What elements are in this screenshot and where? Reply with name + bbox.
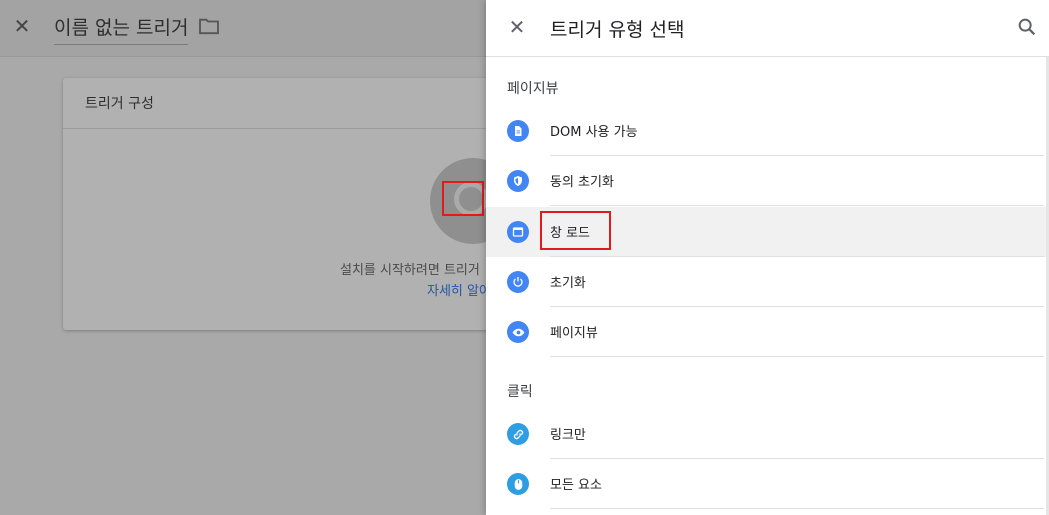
panel-header: ✕ 트리거 유형 선택 (486, 0, 1049, 57)
panel-title: 트리거 유형 선택 (550, 19, 685, 41)
trigger-item-label: 초기화 (550, 276, 586, 291)
eye-icon (507, 321, 529, 343)
mouse-icon (507, 473, 529, 495)
trigger-item-label: 동의 초기화 (550, 175, 614, 190)
divider (550, 508, 1044, 509)
document-icon (507, 120, 529, 142)
trigger-item-label: 페이지뷰 (550, 326, 598, 341)
trigger-item-just-links[interactable]: 링크만 (486, 409, 1046, 459)
section-label-click: 클릭 (507, 384, 533, 400)
divider (550, 205, 1044, 206)
trigger-item-label: 링크만 (550, 428, 586, 443)
trigger-type-panel: ✕ 트리거 유형 선택 페이지뷰 DOM 사용 가능 동의 초기화 창 로드 초… (486, 0, 1049, 515)
trigger-item-initialization[interactable]: 초기화 (486, 257, 1046, 307)
trigger-item-label: 모든 요소 (550, 478, 602, 493)
trigger-item-consent-init[interactable]: 동의 초기화 (486, 156, 1046, 206)
highlight-box-trigger-icon (442, 181, 484, 216)
window-icon (507, 221, 529, 243)
card-title: 트리거 구성 (85, 96, 154, 112)
trigger-item-dom-ready[interactable]: DOM 사용 가능 (486, 106, 1046, 156)
trigger-item-all-elements[interactable]: 모든 요소 (486, 459, 1046, 509)
close-icon[interactable]: ✕ (11, 14, 33, 38)
section-label-pageview: 페이지뷰 (507, 81, 559, 97)
learn-more-link[interactable]: 자세히 알아 (427, 280, 491, 299)
trigger-item-pageview[interactable]: 페이지뷰 (486, 307, 1046, 357)
card-help-text: 설치를 시작하려면 트리거 (340, 263, 480, 278)
shield-icon (507, 170, 529, 192)
link-icon (507, 423, 529, 445)
divider (550, 356, 1044, 357)
trigger-item-label: DOM 사용 가능 (550, 125, 638, 140)
highlight-box-window-loaded (540, 211, 611, 250)
close-icon[interactable]: ✕ (506, 15, 528, 39)
search-icon[interactable] (1016, 16, 1038, 38)
folder-icon[interactable] (198, 17, 220, 35)
trigger-name-title[interactable]: 이름 없는 트리거 (54, 13, 189, 45)
divider (63, 128, 523, 129)
power-icon (507, 271, 529, 293)
